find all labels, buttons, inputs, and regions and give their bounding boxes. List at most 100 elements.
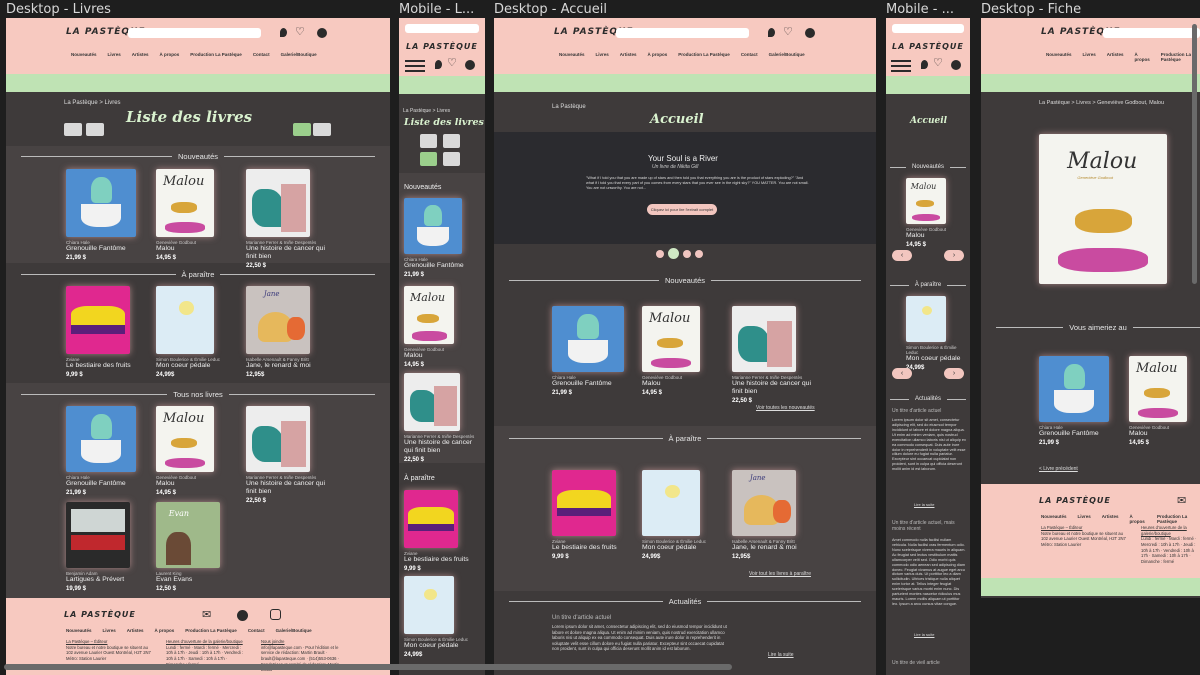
- nav-item[interactable]: Nouveautés: [66, 628, 92, 633]
- location-icon[interactable]: [921, 60, 928, 69]
- book-card[interactable]: Malou Geneviève Godbout Malou 14,95 $: [404, 286, 482, 368]
- filter-icon[interactable]: [64, 123, 82, 136]
- read-more-link[interactable]: Lire la suite: [768, 652, 794, 658]
- book-card[interactable]: Marianne Ferrer & Iniñe Despentès Une hi…: [246, 169, 326, 269]
- previous-book-link[interactable]: < Livre précédent: [1039, 466, 1078, 472]
- carousel-prev-button[interactable]: ‹: [892, 368, 912, 379]
- article-title[interactable]: Un titre d'article actuel: [892, 408, 966, 414]
- book-card[interactable]: Chiara Hale Grenouille Fantôme 21,99 $: [552, 306, 632, 396]
- nav-item[interactable]: Galerie/Boutique: [276, 628, 312, 633]
- book-card[interactable]: Marianne Ferrer & Iniñe Despentès Une hi…: [246, 406, 326, 504]
- book-card[interactable]: Malou Geneviève Godbout Malou 14,95 $: [156, 169, 236, 261]
- list-view-icon[interactable]: [293, 123, 311, 136]
- footer-logo[interactable]: LA PASTÈQUE: [1039, 496, 1111, 505]
- nav-item[interactable]: Artistes: [1102, 514, 1119, 524]
- nav-item[interactable]: Livres: [596, 52, 609, 57]
- nav-item[interactable]: À propos: [155, 628, 175, 633]
- breadcrumb[interactable]: La Pastèque > Livres > Geneviève Godbout…: [1039, 100, 1164, 106]
- search-input[interactable]: [892, 24, 964, 33]
- book-card[interactable]: Simon Boulerice & Émilie Leduc Mon coeur…: [642, 470, 722, 560]
- list-view-icon[interactable]: [420, 152, 437, 166]
- location-icon[interactable]: [435, 60, 442, 69]
- instagram-icon[interactable]: [270, 609, 281, 620]
- article-title[interactable]: Un titre d'article actuel: [552, 615, 611, 621]
- nav-item[interactable]: À propos: [1130, 514, 1146, 524]
- article-title[interactable]: Un titre d'article actuel, mais moins ré…: [892, 520, 966, 532]
- sort-icon[interactable]: [86, 123, 104, 136]
- read-more-link[interactable]: Lire la suite: [914, 632, 934, 637]
- carousel-dots[interactable]: [656, 248, 703, 259]
- nav-item[interactable]: À propos: [648, 52, 668, 57]
- book-card[interactable]: Zviane Le bestiaire des fruits 9,99 $: [552, 470, 632, 560]
- see-all-new-link[interactable]: Voir toutes les nouveautés: [756, 405, 815, 411]
- article-title[interactable]: Un titre de vieil article: [892, 660, 966, 666]
- footer-logo[interactable]: LA PASTÈQUE: [64, 610, 136, 619]
- carousel-dot[interactable]: [683, 249, 691, 258]
- read-more-link[interactable]: Lire la suite: [914, 502, 934, 507]
- carousel-dot[interactable]: [668, 248, 679, 259]
- menu-icon[interactable]: [405, 60, 425, 72]
- nav-item[interactable]: Nouveautés: [559, 52, 585, 57]
- book-card[interactable]: Marianne Ferrer & Iniñe Despentès Une hi…: [732, 306, 812, 404]
- book-card[interactable]: Simon Boulerice & Émilie Leduc Mon coeur…: [156, 286, 236, 378]
- book-card[interactable]: Simon Boulerice & Émilie Leduc Mon coeur…: [404, 576, 482, 658]
- account-icon[interactable]: [465, 60, 475, 70]
- book-card[interactable]: Zviane Le bestiaire des fruits 9,99 $: [66, 286, 146, 378]
- mail-icon[interactable]: ✉: [202, 608, 211, 621]
- nav-item[interactable]: Nouveautés: [1046, 52, 1072, 62]
- vertical-scrollbar[interactable]: [1192, 24, 1197, 284]
- book-card[interactable]: Chiara Hale Grenouille Fantôme 21,99 $: [66, 169, 146, 261]
- search-input[interactable]: [616, 28, 749, 38]
- book-card[interactable]: Malou Geneviève Godbout Malou 14,95 $: [156, 406, 236, 496]
- account-icon[interactable]: [805, 28, 815, 38]
- carousel-prev-button[interactable]: ‹: [892, 250, 912, 261]
- nav-item[interactable]: Livres: [103, 628, 116, 633]
- book-card[interactable]: Malou Geneviève Godbout Malou 14,95 $: [1129, 356, 1199, 446]
- nav-item[interactable]: Contact: [741, 52, 758, 57]
- logo[interactable]: LA PASTÈQUE: [406, 42, 478, 51]
- nav-item[interactable]: Galerie/Boutique: [281, 52, 317, 57]
- nav-item[interactable]: À propos: [160, 52, 180, 57]
- breadcrumb[interactable]: La Pastèque > Livres: [64, 100, 121, 106]
- nav-item[interactable]: À propos: [1135, 52, 1150, 62]
- see-all-upcoming-link[interactable]: Voir tout les livres à paraître: [749, 571, 811, 577]
- search-input[interactable]: [1103, 28, 1200, 38]
- nav-item[interactable]: Artistes: [132, 52, 149, 57]
- book-card[interactable]: Jane Isabelle Arsenault & Fanny Britt Ja…: [732, 470, 812, 560]
- sort-icon[interactable]: [443, 134, 460, 148]
- nav-item[interactable]: Artistes: [1107, 52, 1124, 62]
- book-card[interactable]: Chiara Hale Grenouille Fantôme 21,99 $: [404, 198, 482, 278]
- carousel-next-button[interactable]: ›: [944, 250, 964, 261]
- nav-item[interactable]: Nouveautés: [71, 52, 97, 57]
- menu-icon[interactable]: [891, 60, 911, 72]
- book-card[interactable]: Malou Geneviève Godbout Malou 14,95 $: [906, 178, 956, 248]
- heart-icon[interactable]: ♡: [295, 25, 305, 38]
- carousel-dot[interactable]: [695, 249, 703, 258]
- book-card[interactable]: Chiara Hale Grenouille Fantôme 21,99 $: [1039, 356, 1119, 446]
- nav-item[interactable]: Livres: [1078, 514, 1091, 524]
- search-input[interactable]: [405, 24, 479, 33]
- nav-item[interactable]: Galerie/Boutique: [769, 52, 805, 57]
- carousel-next-button[interactable]: ›: [944, 368, 964, 379]
- grid-view-icon[interactable]: [443, 152, 460, 166]
- search-input[interactable]: [128, 28, 261, 38]
- nav-item[interactable]: Nouveautés: [1041, 514, 1067, 524]
- nav-item[interactable]: Contact: [253, 52, 270, 57]
- facebook-icon[interactable]: [237, 610, 248, 621]
- carousel-dot[interactable]: [656, 249, 664, 258]
- nav-item[interactable]: Livres: [1083, 52, 1096, 62]
- book-card[interactable]: Malou Geneviève Godbout Malou 14,95 $: [642, 306, 722, 396]
- heart-icon[interactable]: ♡: [783, 25, 793, 38]
- hero-button[interactable]: Cliquez ici pour lire l'extrait complet: [647, 204, 717, 215]
- heart-icon[interactable]: ♡: [447, 56, 457, 69]
- book-card[interactable]: Marianne Ferrer & Iniñe Despentès Une hi…: [404, 373, 482, 463]
- mail-icon[interactable]: ✉: [1177, 494, 1186, 507]
- book-card[interactable]: Benjamin Adam Lartigues & Prévert 19,99 …: [66, 502, 146, 592]
- heart-icon[interactable]: ♡: [933, 56, 943, 69]
- book-card[interactable]: Jane Isabelle Arsenault & Fanny Britt Ja…: [246, 286, 326, 378]
- nav-item[interactable]: Production La Pastèque: [1157, 514, 1200, 524]
- breadcrumb[interactable]: La Pastèque > Livres: [403, 108, 450, 114]
- hero-carousel[interactable]: Your Soul is a River Un livre de Nikita …: [494, 132, 876, 244]
- nav-item[interactable]: Production La Pastèque: [190, 52, 242, 57]
- nav-item[interactable]: Production La Pastèque: [678, 52, 730, 57]
